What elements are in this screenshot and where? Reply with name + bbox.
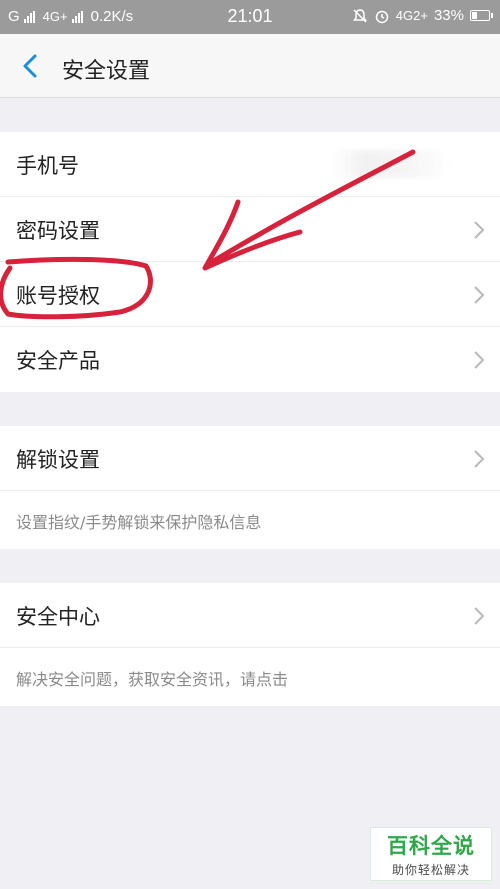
row-password-settings[interactable]: 密码设置 xyxy=(0,197,500,262)
page-title: 安全设置 xyxy=(62,59,151,84)
watermark-subtitle: 助你轻松解决 xyxy=(391,863,470,877)
unlock-group: 解锁设置 设置指纹/手势解锁来保护隐私信息 xyxy=(0,426,500,549)
account-group: 手机号 密码设置 账号授权 安全产品 xyxy=(0,132,500,392)
chevron-right-icon xyxy=(474,450,485,468)
row-security-products[interactable]: 安全产品 xyxy=(0,327,500,392)
row-label: 安全中心 xyxy=(16,605,100,629)
status-bar: G 4G+ 0.2K/s 21:01 4G2+ 33% xyxy=(0,0,500,34)
row-label: 账号授权 xyxy=(16,284,100,308)
status-right: 4G2+ 33% xyxy=(352,7,493,24)
chevron-right-icon xyxy=(474,221,485,239)
masked-phone-value xyxy=(330,150,450,178)
row-phone-number[interactable]: 手机号 xyxy=(0,132,500,197)
watermark-logo: 百科全说 助你轻松解决 xyxy=(370,827,492,881)
chevron-left-icon[interactable] xyxy=(16,50,48,82)
security-center-group: 安全中心 解决安全问题，获取安全资讯，请点击 xyxy=(0,583,500,706)
chevron-right-icon xyxy=(474,351,485,369)
alarm-icon xyxy=(375,10,389,23)
watermark-title: 百科全说 xyxy=(387,834,475,858)
row-label: 密码设置 xyxy=(16,219,100,243)
battery-icon xyxy=(470,10,493,21)
security-center-hint: 解决安全问题，获取安全资讯，请点击 xyxy=(0,648,500,706)
battery-percent: 33% xyxy=(433,7,464,24)
row-security-center[interactable]: 安全中心 xyxy=(0,583,500,648)
hint-text: 解决安全问题，获取安全资讯，请点击 xyxy=(16,670,289,689)
network-right-label: 4G2+ xyxy=(395,8,428,23)
hint-text: 设置指纹/手势解锁来保护隐私信息 xyxy=(16,513,262,532)
row-label: 解锁设置 xyxy=(16,448,100,472)
nav-bar: 安全设置 xyxy=(0,34,500,98)
row-unlock-settings[interactable]: 解锁设置 xyxy=(0,426,500,491)
chevron-right-icon xyxy=(474,286,485,304)
mute-icon xyxy=(352,8,367,23)
row-account-authorization[interactable]: 账号授权 xyxy=(0,262,500,327)
row-label: 安全产品 xyxy=(16,349,100,373)
chevron-right-icon xyxy=(474,607,485,625)
row-label: 手机号 xyxy=(16,154,79,178)
unlock-hint: 设置指纹/手势解锁来保护隐私信息 xyxy=(0,491,500,549)
